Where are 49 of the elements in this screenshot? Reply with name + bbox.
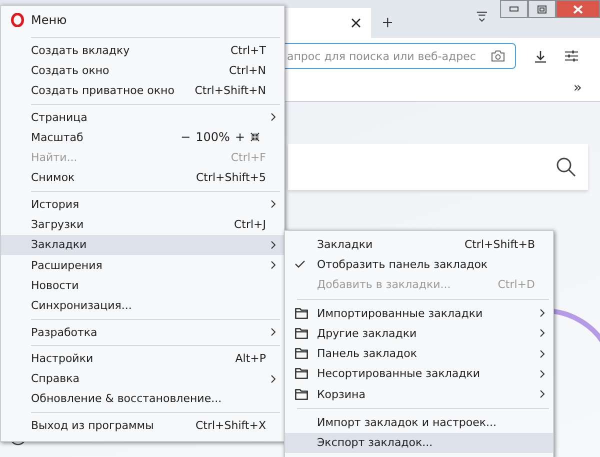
maximize-icon bbox=[537, 4, 547, 14]
menu-item[interactable]: Импорт закладок и настроек... bbox=[285, 412, 553, 433]
menu-item[interactable]: История bbox=[1, 194, 284, 214]
search-icon[interactable] bbox=[556, 157, 576, 177]
folder-icon bbox=[295, 388, 308, 400]
minimize-icon bbox=[509, 6, 519, 12]
close-icon[interactable] bbox=[350, 18, 361, 28]
menu-item[interactable]: Отобразить панель закладок bbox=[285, 254, 553, 275]
zoom-out-button[interactable]: − bbox=[180, 130, 191, 144]
folder-icon bbox=[295, 308, 308, 319]
folder-icon bbox=[295, 328, 308, 339]
zoom-level: 100% bbox=[196, 130, 230, 144]
menu-item[interactable]: Разработка bbox=[1, 322, 284, 342]
menu-item[interactable]: Экспорт закладок... bbox=[285, 432, 553, 453]
zoom-in-button[interactable]: + bbox=[234, 130, 245, 144]
fullscreen-icon[interactable] bbox=[250, 132, 260, 142]
menu-item[interactable]: Другие закладки bbox=[285, 323, 553, 344]
minimize-button[interactable] bbox=[500, 0, 528, 18]
download-icon[interactable] bbox=[534, 50, 547, 62]
more-bookmarks-button[interactable]: » bbox=[573, 80, 582, 96]
camera-icon[interactable] bbox=[491, 50, 505, 62]
plus-icon[interactable] bbox=[382, 17, 392, 28]
menu-item[interactable]: Обновление & восстановление... bbox=[1, 388, 284, 410]
opera-logo-icon bbox=[11, 13, 24, 27]
close-icon bbox=[573, 4, 583, 14]
tab-menu-icon[interactable] bbox=[476, 10, 488, 23]
menu-item[interactable]: Выход из программы Ctrl+Shift+X bbox=[1, 415, 284, 436]
menu-item[interactable]: Закладки Ctrl+Shift+B bbox=[285, 234, 553, 254]
menu-item[interactable]: Панель закладок bbox=[285, 343, 553, 364]
maximize-button[interactable] bbox=[528, 0, 556, 18]
menu-item[interactable]: Импортированные закладки bbox=[285, 302, 553, 324]
menu-item[interactable]: Настройки Alt+P bbox=[1, 348, 284, 368]
menu-item[interactable]: Создать приватное окно Ctrl+Shift+N bbox=[1, 80, 284, 101]
menu-item[interactable]: Масштаб − 100% + bbox=[1, 127, 284, 148]
menu-item[interactable]: Несортированные закладки bbox=[285, 364, 553, 384]
menu-item[interactable]: Справка bbox=[1, 368, 284, 389]
menu-item[interactable]: Синхронизация... bbox=[1, 296, 284, 316]
sliders-icon[interactable] bbox=[565, 50, 578, 62]
close-button[interactable] bbox=[556, 0, 600, 18]
folder-icon bbox=[295, 348, 308, 360]
menu-item[interactable]: Корзина bbox=[285, 384, 553, 404]
menu-item[interactable]: Закладки bbox=[1, 234, 284, 255]
menu-item[interactable]: Снимок Ctrl+Shift+5 bbox=[1, 168, 284, 188]
menu-item[interactable]: Расширения bbox=[1, 254, 284, 276]
menu-title: Меню bbox=[31, 13, 67, 27]
menu-item[interactable]: Загрузки Ctrl+J bbox=[1, 214, 284, 235]
folder-icon bbox=[295, 368, 308, 380]
menu-item[interactable]: Новости bbox=[1, 275, 284, 296]
menu-item[interactable]: Страница bbox=[1, 106, 284, 128]
